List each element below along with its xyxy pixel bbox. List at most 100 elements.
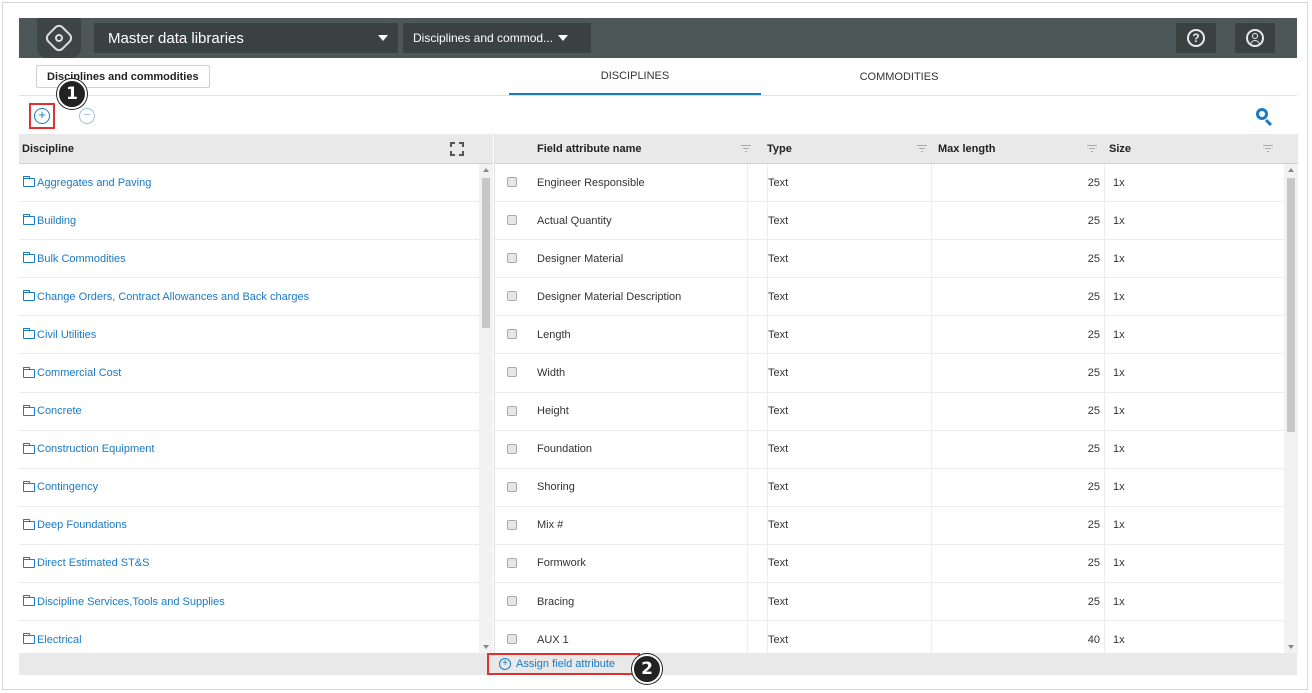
- max-length-cell: 25: [931, 468, 1105, 506]
- field-name-cell-text: AUX 1: [537, 633, 569, 646]
- discipline-row[interactable]: Deep Foundations: [19, 507, 479, 545]
- row-checkbox[interactable]: [507, 329, 517, 340]
- field-name-cell: Designer Material: [537, 240, 623, 277]
- top-bar: Master data libraries Disciplines and co…: [19, 18, 1297, 58]
- type-cell: Text: [767, 392, 788, 430]
- type-cell: Text: [767, 583, 788, 621]
- field-attribute-row[interactable]: Height Text 25 1x: [495, 392, 1284, 431]
- discipline-row[interactable]: Contingency: [19, 469, 479, 507]
- discipline-label: Direct Estimated ST&S: [37, 557, 150, 570]
- user-circle-icon: [1246, 29, 1264, 47]
- remove-discipline-button[interactable]: −: [79, 108, 97, 126]
- field-name-cell-text: Actual Quantity: [537, 214, 612, 227]
- filter-icon[interactable]: [1263, 145, 1273, 153]
- row-checkbox[interactable]: [507, 291, 517, 302]
- type-cell-text: Text: [768, 481, 789, 494]
- folder-icon: [23, 556, 35, 568]
- assign-field-attribute-button[interactable]: + Assign field attribute: [487, 653, 640, 675]
- discipline-row[interactable]: Change Orders, Contract Allowances and B…: [19, 278, 479, 317]
- row-checkbox[interactable]: [507, 367, 517, 378]
- field-attribute-row[interactable]: Width Text 25 1x: [495, 354, 1284, 393]
- field-attribute-row[interactable]: Engineer Responsible Text 25 1x: [495, 164, 1284, 203]
- size-cell: 1x: [1113, 469, 1125, 506]
- size-cell: 1x: [1113, 240, 1125, 277]
- discipline-row[interactable]: Bulk Commodities: [19, 240, 479, 279]
- type-cell-text: Text: [768, 633, 789, 646]
- user-button[interactable]: [1235, 23, 1275, 53]
- size-cell-text: 1x: [1113, 290, 1125, 303]
- max-length-cell-text: 25: [1087, 328, 1100, 341]
- max-length-cell-text: 25: [1087, 367, 1100, 380]
- row-checkbox[interactable]: [507, 443, 517, 454]
- row-checkbox[interactable]: [507, 596, 517, 607]
- field-name-cell: Width: [537, 354, 565, 391]
- help-button[interactable]: ?: [1176, 23, 1216, 53]
- row-checkbox[interactable]: [507, 634, 517, 645]
- max-length-cell-text: 25: [1087, 252, 1100, 265]
- field-attribute-row[interactable]: Designer Material Description Text 25 1x: [495, 278, 1284, 317]
- app-logo-icon[interactable]: [37, 18, 81, 58]
- discipline-label: Civil Utilities: [37, 328, 97, 341]
- row-checkbox[interactable]: [507, 253, 517, 264]
- row-checkbox[interactable]: [507, 519, 517, 530]
- discipline-row[interactable]: Discipline Services,Tools and Supplies: [19, 583, 479, 622]
- size-cell: 1x: [1113, 431, 1125, 468]
- name-column-header[interactable]: Field attribute name: [537, 134, 642, 164]
- row-checkbox[interactable]: [507, 557, 517, 568]
- discipline-column-header[interactable]: Discipline: [19, 134, 493, 164]
- field-attribute-row[interactable]: Formwork Text 25 1x: [495, 544, 1284, 584]
- field-attribute-row[interactable]: Bracing Text 25 1x: [495, 583, 1284, 622]
- discipline-label: Contingency: [37, 481, 99, 494]
- field-name-cell-text: Width: [537, 367, 566, 380]
- field-name-cell: Foundation: [537, 431, 592, 468]
- discipline-row[interactable]: Building: [19, 202, 479, 241]
- filter-icon[interactable]: [917, 145, 927, 153]
- size-cell: 1x: [1113, 354, 1125, 391]
- tab-commodities[interactable]: COMMODITIES: [773, 58, 1025, 95]
- filter-icon[interactable]: [1087, 145, 1097, 153]
- field-attribute-row[interactable]: Foundation Text 25 1x: [495, 430, 1284, 469]
- discipline-header-label: Discipline: [22, 142, 74, 155]
- size-cell: 1x: [1113, 202, 1125, 239]
- discipline-row[interactable]: Direct Estimated ST&S: [19, 545, 479, 584]
- row-checkbox[interactable]: [507, 215, 517, 226]
- discipline-row[interactable]: Construction Equipment: [19, 431, 479, 469]
- discipline-row[interactable]: Concrete: [19, 393, 479, 431]
- row-checkbox[interactable]: [507, 177, 517, 187]
- row-checkbox[interactable]: [507, 481, 517, 492]
- field-name-cell-text: Designer Material Description: [537, 290, 682, 303]
- callout-badge-1: 1: [57, 79, 87, 109]
- discipline-row[interactable]: Aggregates and Paving: [19, 164, 479, 203]
- type-column-header[interactable]: Type: [767, 134, 792, 164]
- field-attribute-row[interactable]: Shoring Text 25 1x: [495, 468, 1284, 507]
- type-cell-text: Text: [768, 328, 789, 341]
- type-cell-text: Text: [768, 214, 789, 227]
- right-scrollbar[interactable]: [1284, 164, 1298, 653]
- type-cell: Text: [767, 506, 789, 544]
- type-cell-text: Text: [768, 176, 789, 189]
- folder-icon: [23, 214, 35, 226]
- max-length-column-header[interactable]: Max length: [938, 134, 995, 164]
- view-select[interactable]: Disciplines and commod...: [403, 23, 591, 53]
- library-select[interactable]: Master data libraries: [94, 23, 398, 53]
- field-attribute-row[interactable]: Mix # Text 25 1x: [495, 506, 1284, 545]
- max-length-cell-text: 25: [1087, 481, 1100, 494]
- tab-disciplines[interactable]: DISCIPLINES: [509, 58, 761, 95]
- folder-icon: [23, 518, 35, 530]
- search-button[interactable]: [1255, 107, 1275, 127]
- type-cell-text: Text: [768, 519, 789, 532]
- left-scrollbar[interactable]: [479, 164, 493, 653]
- discipline-row[interactable]: Commercial Cost: [19, 354, 479, 393]
- max-length-cell-text: 25: [1087, 519, 1100, 532]
- expand-icon[interactable]: [450, 142, 464, 156]
- add-discipline-button[interactable]: +: [29, 103, 55, 129]
- field-attribute-row[interactable]: Length Text 25 1x: [495, 316, 1284, 355]
- row-checkbox[interactable]: [507, 405, 517, 416]
- discipline-row[interactable]: Civil Utilities: [19, 316, 479, 355]
- size-column-header[interactable]: Size: [1109, 134, 1131, 164]
- size-cell-text: 1x: [1113, 481, 1125, 494]
- field-attribute-row[interactable]: Designer Material Text 25 1x: [495, 240, 1284, 279]
- field-attribute-row[interactable]: Actual Quantity Text 25 1x: [495, 202, 1284, 241]
- size-cell-text: 1x: [1113, 252, 1125, 265]
- filter-icon[interactable]: [741, 145, 751, 153]
